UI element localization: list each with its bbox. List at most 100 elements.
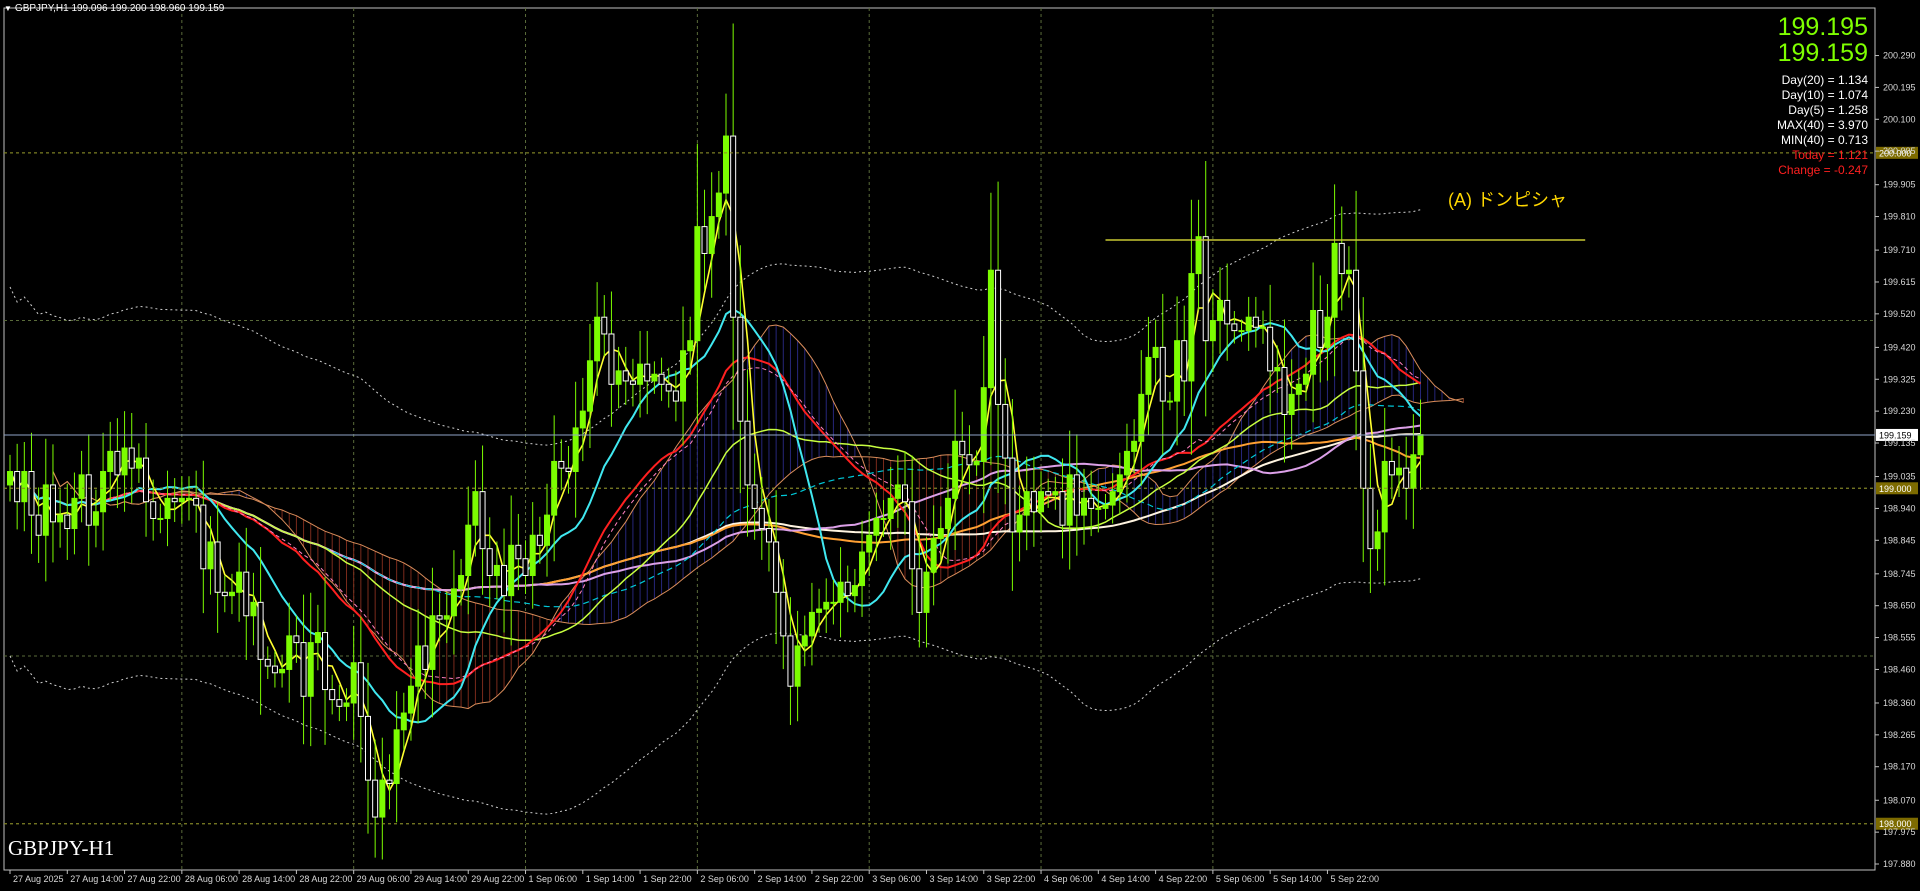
candle-body <box>78 474 85 499</box>
candle-body <box>386 779 393 784</box>
candle-body <box>114 450 121 476</box>
candle-body <box>49 484 56 523</box>
candle-body <box>1388 460 1395 476</box>
candle-body <box>1123 450 1130 476</box>
candle-body <box>1231 323 1238 332</box>
x-tick-label: 29 Aug 14:00 <box>414 874 467 884</box>
y-tick-label: 199.520 <box>1883 309 1916 319</box>
candle-body <box>923 571 930 613</box>
y-tick-label: 198.745 <box>1883 569 1916 579</box>
candle-body <box>873 517 880 536</box>
candle-body <box>608 333 615 385</box>
candle-body <box>730 135 737 318</box>
candle-body <box>1417 434 1424 456</box>
candle-body <box>1353 269 1360 372</box>
y-tick-label: 200.100 <box>1883 114 1916 124</box>
bid-price: 199.195 <box>1777 13 1868 41</box>
candle-body <box>1073 474 1080 516</box>
candle-body <box>214 541 221 593</box>
candle-body <box>372 779 379 818</box>
candle-body <box>35 514 42 536</box>
y-tick-label: 200.195 <box>1883 82 1916 92</box>
candle-body <box>393 729 400 784</box>
candle-body <box>1274 367 1281 372</box>
candle-body <box>200 504 207 570</box>
candle-body <box>21 471 28 503</box>
candle-body <box>493 564 500 577</box>
candle-body <box>1174 340 1181 402</box>
candle-body <box>859 551 866 587</box>
y-tick-label: 198.650 <box>1883 601 1916 611</box>
price-axis: 200.290 200.195 200.100 200.005 199.905 199.8… <box>1875 51 1916 869</box>
candle-body <box>694 226 701 342</box>
x-tick-label: 2 Sep 22:00 <box>815 874 864 884</box>
x-tick-label: 2 Sep 14:00 <box>758 874 807 884</box>
candle-body <box>314 632 321 644</box>
x-tick-label: 3 Sep 22:00 <box>987 874 1036 884</box>
x-tick-label: 1 Sep 06:00 <box>529 874 578 884</box>
candle-body <box>71 497 78 530</box>
candle-body <box>1159 346 1166 402</box>
candle-body <box>415 645 422 687</box>
candle-body <box>615 370 622 385</box>
candle-body <box>522 558 529 577</box>
chart-overlays: 199.159200.000199.000198.000 <box>4 146 1918 830</box>
candle-body <box>1338 242 1345 275</box>
candle-body <box>186 497 192 500</box>
y-tick-label: 199.035 <box>1883 472 1916 482</box>
candle-body <box>121 447 128 476</box>
candle-body <box>1002 403 1009 459</box>
candle-body <box>594 316 601 362</box>
candle-body <box>193 497 200 506</box>
candle-body <box>787 635 794 687</box>
candle-body <box>300 642 307 697</box>
candle-body <box>64 514 71 530</box>
candle-body <box>515 544 522 560</box>
candle-body <box>544 514 550 546</box>
candle-body <box>350 662 357 704</box>
candle-body <box>1288 393 1295 415</box>
candle-body <box>85 474 92 526</box>
x-tick-label: 28 Aug 22:00 <box>299 874 352 884</box>
candle-body <box>1131 440 1138 452</box>
candle-body <box>228 591 235 597</box>
stat-max40: MAX(40) = 3.970 <box>1776 118 1868 132</box>
y-tick-label: 199.420 <box>1883 342 1916 352</box>
candle-body <box>1109 491 1116 506</box>
dropdown-triangle-icon[interactable]: ▼ <box>4 4 12 13</box>
candle-body <box>271 665 278 674</box>
x-tick-label: 3 Sep 06:00 <box>872 874 921 884</box>
candle-body <box>672 390 679 402</box>
candle-body <box>157 517 164 520</box>
cloud-span-a <box>52 324 1464 710</box>
candle-body <box>987 269 994 389</box>
y-tick-label: 198.265 <box>1883 730 1916 740</box>
candle-body <box>257 601 264 660</box>
candle-body <box>1360 370 1367 489</box>
y-tick-label: 198.460 <box>1883 664 1916 674</box>
candle-body <box>1030 491 1037 513</box>
ask-price: 199.159 <box>1777 39 1868 67</box>
y-tick-label: 199.325 <box>1883 374 1916 384</box>
candle-body <box>1138 393 1145 442</box>
x-tick-label: 1 Sep 14:00 <box>586 874 635 884</box>
candle-body <box>708 216 715 254</box>
chart-header: ▼ GBPJPY,H1 199.096 199.200 198.960 199.1… <box>4 3 224 14</box>
candle-body <box>1324 316 1331 348</box>
candle-body <box>143 457 150 503</box>
stat-today: Today = 1.121 <box>1792 148 1868 162</box>
candle-body <box>1188 273 1195 382</box>
price-chart[interactable]: 199.159200.000199.000198.000 200.290200.… <box>0 0 1920 891</box>
y-tick-label: 197.975 <box>1883 827 1916 837</box>
candle-body <box>1038 491 1045 513</box>
candle-body <box>458 575 465 590</box>
time-axis: 27 Aug 2025 27 Aug 14:00 27 Aug 22:00 28 Au… <box>9 870 1379 884</box>
candle-body <box>1410 454 1417 489</box>
candle-body <box>508 544 515 597</box>
y-tick-label: 199.230 <box>1883 406 1916 416</box>
candle-body <box>42 484 49 536</box>
y-tick-label: 198.170 <box>1883 762 1916 772</box>
candle-body <box>329 689 336 701</box>
candle-body <box>1045 491 1052 496</box>
candle-body <box>880 517 887 520</box>
